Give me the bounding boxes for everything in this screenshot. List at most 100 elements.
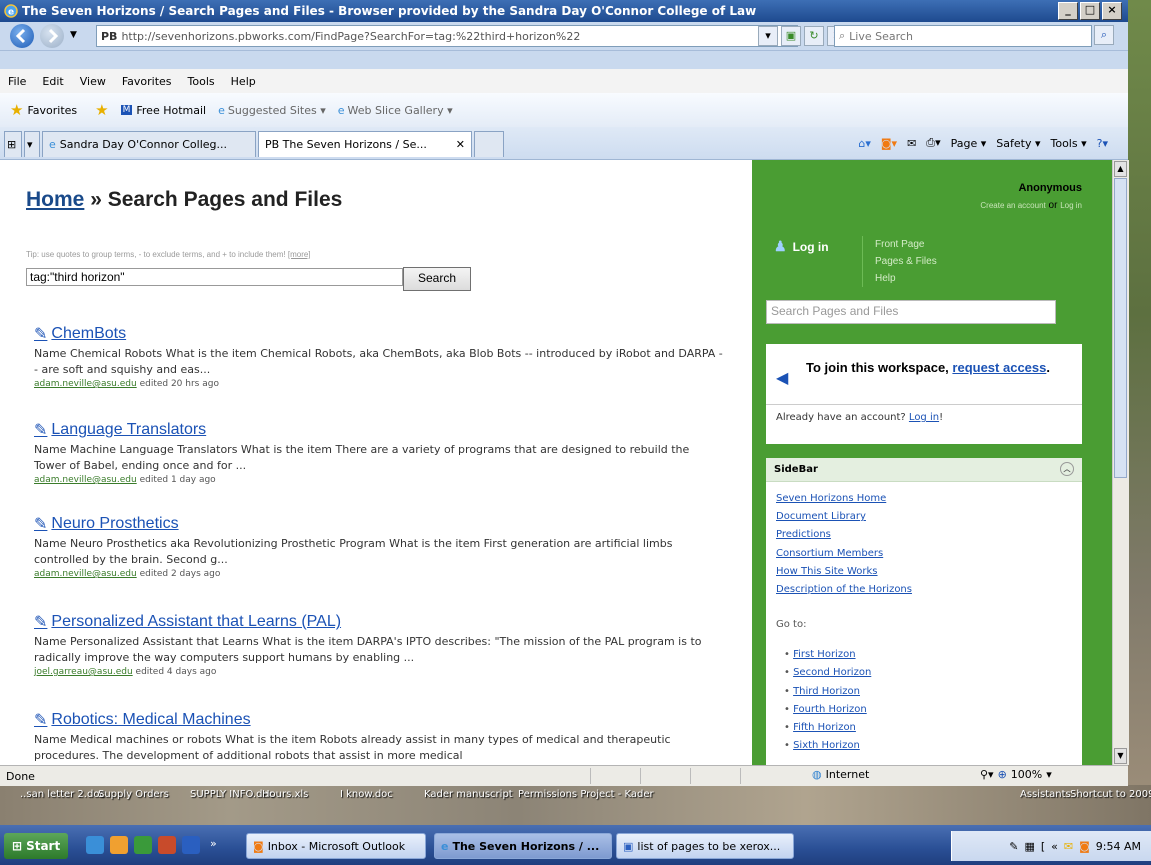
read-mail-icon[interactable]: ✉	[907, 137, 916, 150]
nav-help[interactable]: Help	[875, 270, 937, 287]
sidebar-search-input[interactable]: Search Pages and Files	[766, 300, 1056, 324]
close-window-button[interactable]: ×	[1102, 2, 1122, 20]
author-link[interactable]: adam.neville@asu.edu	[34, 569, 137, 579]
already-login-link[interactable]: Log in	[909, 412, 939, 423]
mail-tray-icon[interactable]: ✉	[1064, 840, 1073, 853]
scroll-up-icon[interactable]: ▲	[1114, 161, 1127, 177]
result-title-link[interactable]: Neuro Prosthetics	[51, 515, 178, 533]
add-favorite-button[interactable]: ★	[95, 101, 108, 119]
result-title-link[interactable]: Personalized Assistant that Learns (PAL)	[51, 613, 341, 631]
url-text[interactable]: http://sevenhorizons.pbworks.com/FindPag…	[121, 30, 580, 43]
sidebar-link[interactable]: Predictions	[776, 526, 1072, 544]
window-title-bar[interactable]: e The Seven Horizons / Search Pages and …	[0, 0, 1128, 22]
request-access-link[interactable]: request access	[952, 360, 1046, 375]
menu-file[interactable]: File	[0, 75, 34, 88]
horizon-link[interactable]: Third Horizon	[793, 686, 860, 697]
collapse-icon[interactable]: ︿	[1060, 462, 1074, 476]
desktop-icon-label[interactable]: Hours.xls	[262, 789, 308, 800]
quicklaunch-access-icon[interactable]	[158, 836, 176, 854]
tab-list-button[interactable]: ▾	[24, 131, 40, 157]
security-zone[interactable]: ◍ Internet	[812, 768, 869, 781]
feeds-icon[interactable]: ◙▾	[881, 137, 897, 150]
result-title-link[interactable]: Language Translators	[51, 421, 206, 439]
maximize-button[interactable]: □	[1080, 2, 1100, 20]
tray-expand-icon[interactable]: «	[1051, 840, 1058, 853]
refresh-icon[interactable]: ↻	[804, 26, 824, 46]
create-account-link[interactable]: Create an account	[980, 201, 1045, 210]
favorites-button[interactable]: ★ Favorites	[10, 101, 77, 119]
home-link[interactable]: Home	[26, 188, 84, 211]
minimize-button[interactable]: _	[1058, 2, 1078, 20]
menu-help[interactable]: Help	[223, 75, 264, 88]
horizon-link[interactable]: First Horizon	[793, 649, 855, 660]
menu-edit[interactable]: Edit	[34, 75, 71, 88]
tools-menu[interactable]: Tools ▾	[1051, 137, 1087, 150]
desktop-icon-label[interactable]: Shortcut to 2009-2010	[1070, 789, 1151, 800]
address-dropdown-icon[interactable]: ▾	[758, 26, 778, 46]
page-menu[interactable]: Page ▾	[951, 137, 987, 150]
network-icon[interactable]: ▦	[1024, 840, 1034, 853]
sidebar-link[interactable]: Seven Horizons Home	[776, 490, 1072, 508]
search-input[interactable]: tag:"third horizon"	[26, 268, 403, 286]
search-go-icon[interactable]: ⌕	[1094, 25, 1114, 45]
start-button[interactable]: ⊞ Start	[4, 833, 69, 859]
sidebar-link[interactable]: Consortium Members	[776, 545, 1072, 563]
home-icon[interactable]: ⌂▾	[858, 137, 871, 150]
print-icon[interactable]: ⎙▾	[926, 136, 940, 150]
clock[interactable]: 9:54 AM	[1096, 840, 1141, 853]
outlook-tray-icon[interactable]: ◙	[1079, 840, 1090, 853]
desktop-icon-label[interactable]: Permissions Project - Kader	[518, 789, 654, 800]
tab-seven-horizons[interactable]: PB The Seven Horizons / Se... ✕	[258, 131, 472, 157]
help-icon[interactable]: ?▾	[1097, 137, 1108, 150]
desktop-icon-label[interactable]: ..san letter 2.doc	[20, 789, 105, 800]
task-word-doc[interactable]: ▣ list of pages to be xerox...	[616, 833, 794, 859]
quicklaunch-excel-icon[interactable]	[134, 836, 152, 854]
result-title-link[interactable]: Robotics: Medical Machines	[51, 711, 250, 729]
horizon-link[interactable]: Fifth Horizon	[793, 722, 856, 733]
menu-view[interactable]: View	[72, 75, 114, 88]
desktop-icon-label[interactable]: Kader manuscript	[424, 789, 513, 800]
horizon-link[interactable]: Fourth Horizon	[793, 704, 867, 715]
close-tab-icon[interactable]: ✕	[456, 138, 465, 151]
sidebar-link[interactable]: Document Library	[776, 508, 1072, 526]
horizon-link[interactable]: Second Horizon	[793, 667, 871, 678]
recent-pages-dropdown-icon[interactable]: ▼	[70, 30, 77, 40]
safety-menu[interactable]: Safety ▾	[996, 137, 1040, 150]
live-search-input[interactable]: ⌕ Live Search	[834, 25, 1092, 47]
compatibility-icon[interactable]: ▣	[781, 26, 801, 46]
scroll-thumb[interactable]	[1114, 178, 1127, 478]
author-link[interactable]: adam.neville@asu.edu	[34, 379, 137, 389]
new-tab-button[interactable]	[474, 131, 504, 157]
desktop-icon-label[interactable]: Supply Orders	[98, 789, 169, 800]
forward-button[interactable]	[40, 24, 64, 48]
nav-pages-files[interactable]: Pages & Files	[875, 253, 937, 270]
login-small-link[interactable]: Log in	[1060, 201, 1082, 210]
fav-item-suggested-sites[interactable]: e Suggested Sites ▾	[218, 104, 326, 117]
fav-item-web-slice[interactable]: e Web Slice Gallery ▾	[338, 104, 453, 117]
tip-more-link[interactable]: [more]	[288, 250, 311, 259]
horizon-link[interactable]: Sixth Horizon	[793, 740, 860, 751]
pen-icon[interactable]: ✎	[1009, 840, 1018, 853]
language-icon[interactable]: [	[1041, 840, 1045, 853]
sidebar-link[interactable]: How This Site Works	[776, 563, 1072, 581]
quicklaunch-more-icon[interactable]: »	[210, 837, 217, 850]
desktop-icon-label[interactable]: Assistants	[1020, 789, 1071, 800]
quick-tabs-button[interactable]: ⊞	[4, 131, 22, 157]
quicklaunch-ie-icon[interactable]	[86, 836, 104, 854]
sidebar-link[interactable]: Description of the Horizons	[776, 581, 1072, 599]
back-button[interactable]	[10, 24, 34, 48]
search-button[interactable]: Search	[403, 267, 471, 291]
task-browser[interactable]: e The Seven Horizons / ...	[434, 833, 612, 859]
author-link[interactable]: adam.neville@asu.edu	[34, 475, 137, 485]
menu-favorites[interactable]: Favorites	[114, 75, 180, 88]
quicklaunch-word-icon[interactable]	[182, 836, 200, 854]
desktop-icon-label[interactable]: I know.doc	[340, 789, 393, 800]
zoom-control[interactable]: ⚲▾ ⊕ 100% ▾	[980, 768, 1052, 781]
menu-tools[interactable]: Tools	[180, 75, 223, 88]
address-bar[interactable]: PB http://sevenhorizons.pbworks.com/Find…	[96, 25, 798, 47]
task-outlook[interactable]: ◙ Inbox - Microsoft Outlook	[246, 833, 426, 859]
page-scrollbar[interactable]: ▲ ▼	[1112, 160, 1129, 765]
login-button[interactable]: ♟ Log in	[774, 238, 829, 255]
result-title-link[interactable]: ChemBots	[51, 325, 126, 343]
scroll-down-icon[interactable]: ▼	[1114, 748, 1127, 764]
